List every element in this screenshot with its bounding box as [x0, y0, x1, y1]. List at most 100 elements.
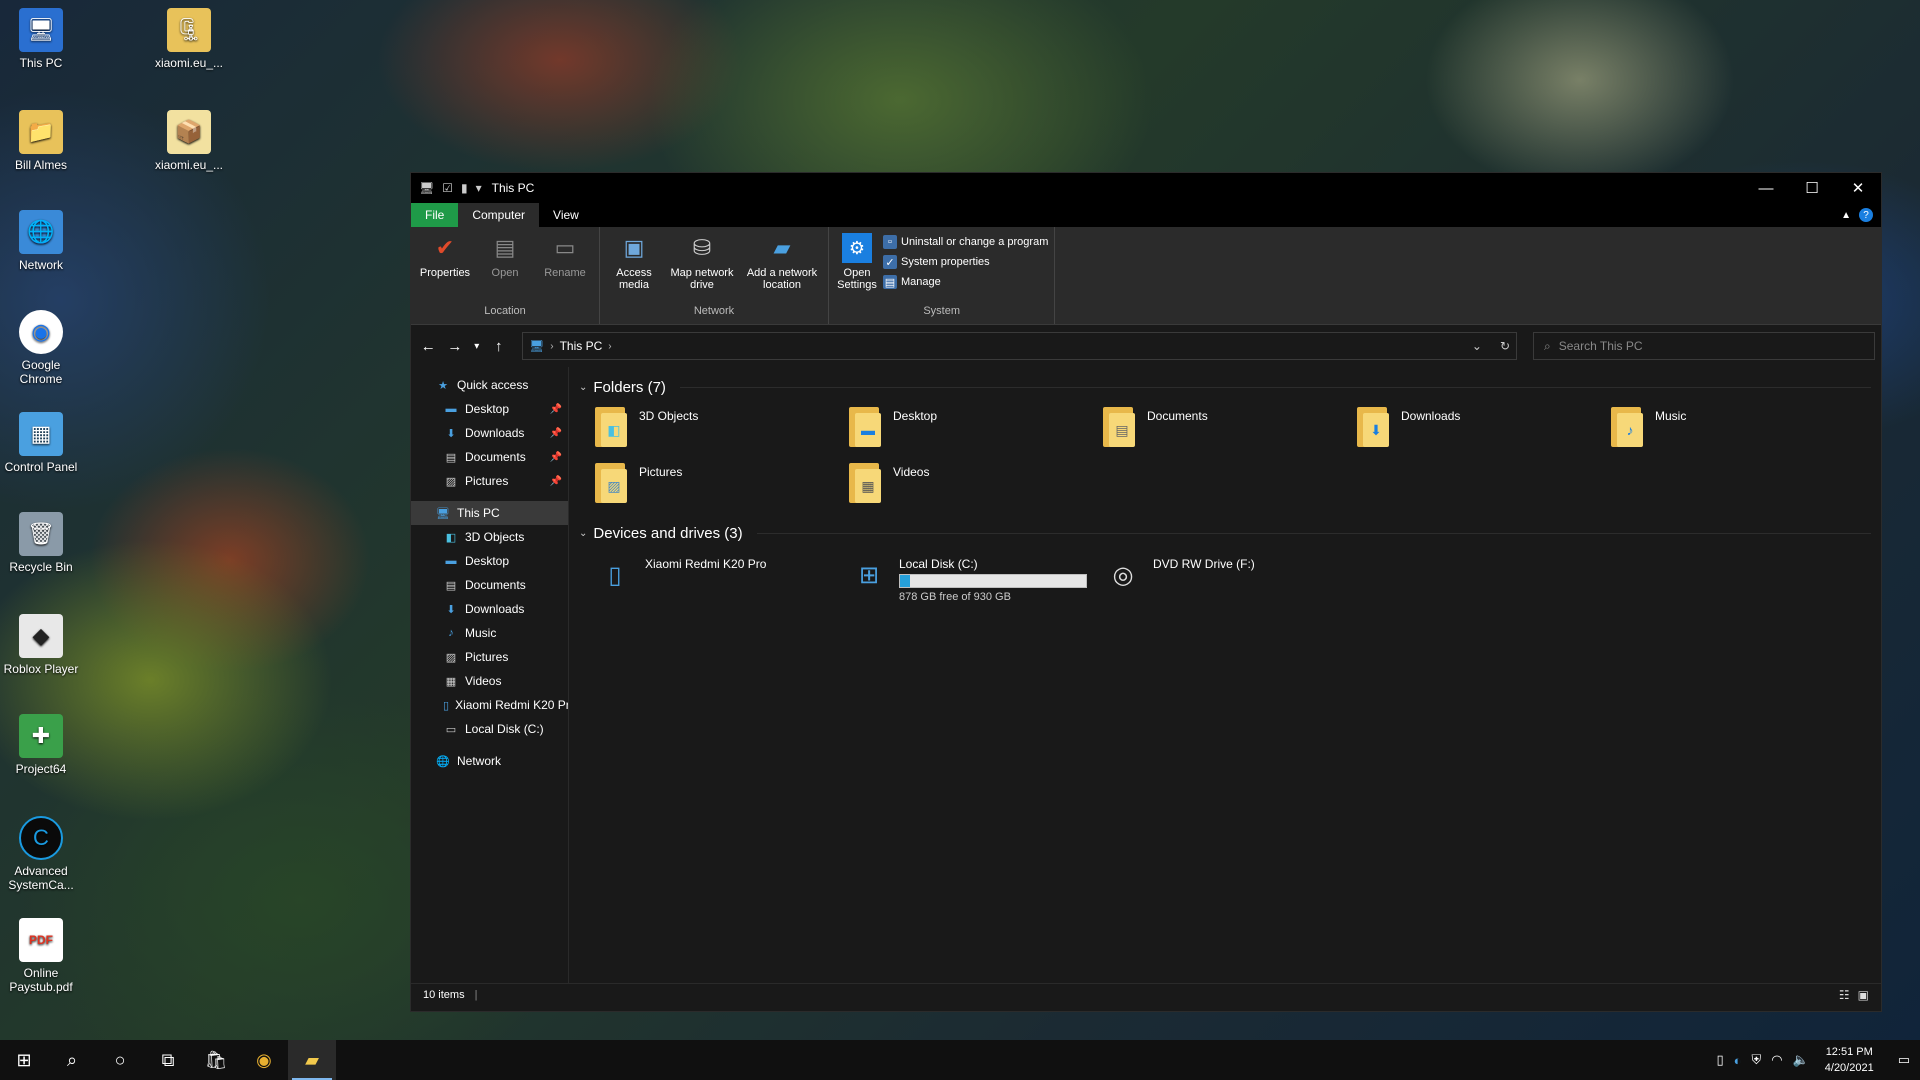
- open-button[interactable]: ▤ Open: [477, 231, 533, 305]
- rename-button[interactable]: ▭ Rename: [537, 231, 593, 305]
- folder-pictures[interactable]: ▨ Pictures: [593, 461, 847, 517]
- access-media-button[interactable]: ▣ Access media: [606, 231, 662, 305]
- desktop-icon-this-pc[interactable]: 🖥 This PC: [0, 8, 82, 70]
- desktop-icon-xiaomi-zip-2[interactable]: 📦 xiaomi.eu_...: [148, 110, 230, 172]
- nav-quick-pictures[interactable]: ▨ Pictures 📌: [411, 469, 568, 493]
- navigation-pane: ★ Quick access ▬ Desktop 📌 ⬇ Downloads 📌 ▤ Doc…: [411, 367, 569, 983]
- collapse-caret-icon[interactable]: ⌄: [579, 382, 587, 393]
- notifications-icon[interactable]: ▭: [1898, 1052, 1910, 1068]
- nav-videos[interactable]: ▦ Videos: [411, 669, 568, 693]
- chrome-taskbar-button[interactable]: ◉: [240, 1040, 288, 1080]
- folders-section-header[interactable]: ⌄ Folders (7): [579, 375, 1871, 399]
- search-button[interactable]: ⌕: [48, 1040, 96, 1080]
- system-properties-button[interactable]: ✓ System properties: [883, 255, 1048, 269]
- network-icon: 🌐: [436, 755, 450, 768]
- nav-desktop[interactable]: ▬ Desktop: [411, 549, 568, 573]
- back-button[interactable]: ←: [417, 338, 440, 355]
- breadcrumb-chevron-icon[interactable]: ›: [608, 341, 611, 352]
- desktop-icon-google-chrome[interactable]: ◉ Google Chrome: [0, 310, 82, 386]
- folder-music[interactable]: ♪ Music: [1609, 405, 1863, 461]
- nav-this-pc[interactable]: 🖥 This PC: [411, 501, 568, 525]
- device-xiaomi-redmi[interactable]: ▯ Xiaomi Redmi K20 Pro: [593, 555, 847, 603]
- desktop-icon-recycle-bin[interactable]: 🗑 Recycle Bin: [0, 512, 82, 574]
- add-network-location-button[interactable]: ▰ Add a network location: [742, 231, 822, 305]
- desktop-icon-online-paystub[interactable]: PDF Online Paystub.pdf: [0, 918, 82, 994]
- refresh-icon[interactable]: ↻: [1500, 339, 1510, 353]
- desktop-icon-network[interactable]: 🌐 Network: [0, 210, 82, 272]
- uninstall-program-button[interactable]: ▫ Uninstall or change a program: [883, 235, 1048, 249]
- nav-quick-desktop[interactable]: ▬ Desktop 📌: [411, 397, 568, 421]
- drive-local-disk-c[interactable]: ⊞ Local Disk (C:) 878 GB free of 930 GB: [847, 555, 1101, 603]
- nav-local-disk[interactable]: ▭ Local Disk (C:): [411, 717, 568, 741]
- nav-xiaomi-redmi[interactable]: ▯ Xiaomi Redmi K20 Pro: [411, 693, 568, 717]
- tab-file[interactable]: File: [411, 203, 459, 227]
- desktop-icon-label: This PC: [19, 56, 63, 70]
- nav-music[interactable]: ♪ Music: [411, 621, 568, 645]
- devices-section-header[interactable]: ⌄ Devices and drives (3): [579, 521, 1871, 545]
- properties-button[interactable]: ✔ Properties: [417, 231, 473, 305]
- nav-quick-downloads[interactable]: ⬇ Downloads 📌: [411, 421, 568, 445]
- breadcrumb-this-pc[interactable]: This PC: [560, 339, 603, 353]
- desktop-icon-roblox-player[interactable]: ◆ Roblox Player: [0, 614, 82, 676]
- file-explorer-taskbar-button[interactable]: ▰: [288, 1040, 336, 1080]
- collapse-ribbon-icon[interactable]: ▲: [1841, 210, 1851, 221]
- folder-3d-objects[interactable]: ◧ 3D Objects: [593, 405, 847, 461]
- wifi-icon[interactable]: ◠: [1771, 1052, 1782, 1068]
- start-button[interactable]: ⊞: [0, 1040, 48, 1080]
- documents-folder-icon: ▤: [1101, 405, 1139, 451]
- new-folder-quick-icon[interactable]: ▮: [461, 181, 468, 195]
- network-icon: 🌐: [19, 210, 63, 254]
- desktop-icon-advanced-systemcare[interactable]: C Advanced SystemCa...: [0, 816, 82, 892]
- cortana-button[interactable]: ○: [96, 1040, 144, 1080]
- pictures-folder-icon: ▨: [593, 461, 631, 507]
- properties-quick-icon[interactable]: ☑: [442, 181, 453, 195]
- desktop-icon-xiaomi-zip-1[interactable]: 🗜 xiaomi.eu_...: [148, 8, 230, 70]
- breadcrumb-chevron-icon[interactable]: ›: [550, 341, 553, 352]
- manage-button[interactable]: ▤ Manage: [883, 275, 1048, 289]
- map-network-drive-button[interactable]: ⛁ Map network drive: [666, 231, 738, 305]
- nav-network[interactable]: 🌐 Network: [411, 749, 568, 773]
- desktop-icon-project64[interactable]: ✚ Project64: [0, 714, 82, 776]
- folder-documents[interactable]: ▤ Documents: [1101, 405, 1355, 461]
- help-icon[interactable]: ?: [1859, 208, 1873, 222]
- collapse-caret-icon[interactable]: ⌄: [579, 528, 587, 539]
- large-icons-view-icon[interactable]: ▣: [1858, 988, 1869, 1002]
- nav-documents[interactable]: ▤ Documents: [411, 573, 568, 597]
- clock[interactable]: 12:51 PM 4/20/2021: [1825, 1044, 1874, 1076]
- properties-label: Properties: [419, 267, 471, 279]
- address-dropdown-icon[interactable]: ⌄: [1472, 339, 1482, 353]
- address-bar[interactable]: 🖥 › This PC › ⌄ ↻: [522, 332, 1518, 360]
- cloud-sync-icon[interactable]: ◐: [1734, 1053, 1742, 1068]
- volume-icon[interactable]: 🔈: [1793, 1052, 1809, 1068]
- tab-computer[interactable]: Computer: [458, 203, 540, 227]
- folder-downloads[interactable]: ⬇ Downloads: [1355, 405, 1609, 461]
- nav-downloads[interactable]: ⬇ Downloads: [411, 597, 568, 621]
- recent-locations-button[interactable]: ▾: [470, 341, 483, 352]
- customize-toolbar-icon[interactable]: ▾: [476, 181, 482, 195]
- folder-desktop[interactable]: ▬ Desktop: [847, 405, 1101, 461]
- search-box[interactable]: ⌕ Search This PC: [1533, 332, 1876, 360]
- task-view-button[interactable]: ⧉: [144, 1040, 192, 1080]
- forward-button[interactable]: →: [444, 338, 467, 355]
- tab-view[interactable]: View: [539, 203, 593, 227]
- open-settings-button[interactable]: ⚙ Open Settings: [835, 231, 879, 305]
- maximize-button[interactable]: ☐: [1789, 173, 1835, 203]
- nav-quick-documents[interactable]: ▤ Documents 📌: [411, 445, 568, 469]
- close-button[interactable]: ✕: [1835, 173, 1881, 203]
- desktop-icon-control-panel[interactable]: ▦ Control Panel: [0, 412, 82, 474]
- desktop-icon-label: Google Chrome: [19, 358, 63, 386]
- up-button[interactable]: ↑: [487, 338, 510, 355]
- nav-3d-objects[interactable]: ◧ 3D Objects: [411, 525, 568, 549]
- ribbon: ✔ Properties ▤ Open ▭ Rename Location ▣ …: [411, 227, 1881, 325]
- usb-device-icon[interactable]: ▯: [1716, 1052, 1723, 1068]
- nav-pictures[interactable]: ▨ Pictures: [411, 645, 568, 669]
- security-icon[interactable]: ⛨: [1751, 1052, 1761, 1068]
- folder-videos[interactable]: ▦ Videos: [847, 461, 1101, 517]
- microsoft-store-button[interactable]: 🛍: [192, 1040, 240, 1080]
- minimize-button[interactable]: —: [1743, 173, 1789, 203]
- details-view-icon[interactable]: ☷: [1839, 988, 1850, 1002]
- file-explorer-window: 🖥 ☑ ▮ ▾ This PC — ☐ ✕ File Computer View…: [410, 172, 1882, 1012]
- drive-dvd-rw-f[interactable]: ◎ DVD RW Drive (F:): [1101, 555, 1355, 603]
- desktop-icon-bill-almes[interactable]: 📁 Bill Almes: [0, 110, 82, 172]
- nav-quick-access[interactable]: ★ Quick access: [411, 373, 568, 397]
